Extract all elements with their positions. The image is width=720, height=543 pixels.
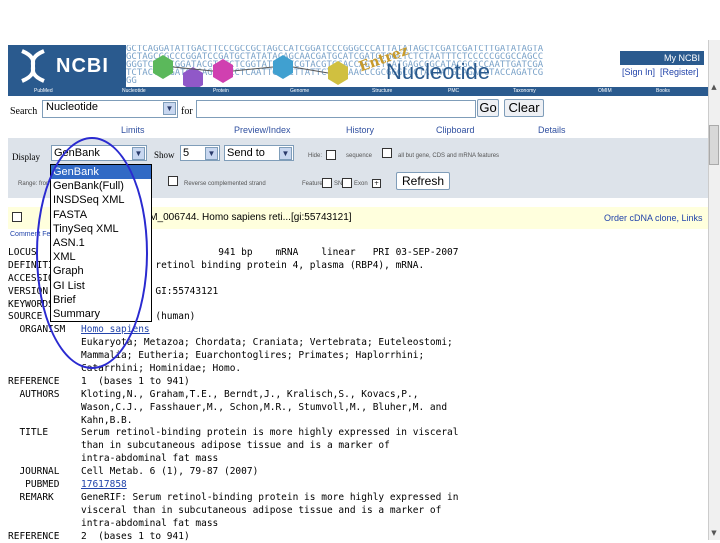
scrollbar-thumb[interactable] — [709, 125, 719, 165]
reverse-complement-label: Reverse complemented strand — [184, 181, 266, 187]
nav-books[interactable]: Books — [656, 87, 670, 96]
ncbi-logo[interactable]: NCBI — [8, 45, 126, 87]
record-line-value: intra-abdominal fat mass — [81, 517, 219, 529]
chevron-down-icon[interactable]: ▼ — [132, 147, 145, 160]
chevron-down-icon[interactable]: ▼ — [163, 102, 176, 115]
for-label: for — [181, 106, 193, 117]
hide-sequence-label: sequence — [346, 153, 373, 159]
record-line-value: Eukaryota; Metazoa; Chordata; Craniata; … — [81, 337, 453, 349]
record-line: REFERENCE 1 (bases 1 to 941) — [8, 376, 710, 389]
expand-icon[interactable]: + — [372, 179, 381, 188]
record-line: Wason,C.J., Fasshauer,M., Schon,M.R., St… — [8, 402, 710, 415]
record-line-key: REMARK — [8, 491, 54, 503]
record-line: than in subcutaneous adipose tissue and … — [8, 440, 710, 453]
record-line: TITLE Serum retinol-binding protein is mo… — [8, 427, 710, 440]
scroll-up-icon[interactable]: ▲ — [709, 82, 719, 92]
exon-checkbox[interactable] — [342, 178, 352, 188]
hide-label: Hide: — [308, 153, 323, 159]
nav-omim[interactable]: OMIM — [598, 87, 612, 96]
nav-pmc[interactable]: PMC — [448, 87, 459, 96]
record-line-value: Kahn,B.B. — [81, 414, 133, 426]
tab-preview-index[interactable]: Preview/Index — [234, 125, 291, 135]
nav-pubmed[interactable]: PubMed — [34, 87, 53, 96]
tab-details[interactable]: Details — [538, 125, 566, 135]
record-line: Catarrhini; Hominidae; Homo. — [8, 363, 710, 376]
register-link[interactable]: [Register] — [660, 67, 699, 77]
record-select-checkbox[interactable] — [12, 212, 22, 222]
search-label: Search — [10, 106, 38, 117]
nav-structure[interactable]: Structure — [372, 87, 392, 96]
refresh-button[interactable]: Refresh — [396, 172, 450, 190]
vertical-scrollbar[interactable] — [708, 40, 720, 540]
order-cdna-link[interactable]: Order cDNA clone, Links — [604, 213, 703, 223]
record-line: Kahn,B.B. — [8, 415, 710, 428]
record-line-key: REFERENCE — [8, 530, 60, 542]
nav-taxonomy[interactable]: Taxonomy — [513, 87, 536, 96]
chevron-down-icon[interactable]: ▼ — [205, 147, 218, 160]
record-line-value: GeneRIF: Serum retinol-binding protein i… — [81, 491, 459, 503]
record-line-value: Mammalia; Eutheria; Euarchontoglires; Pr… — [81, 350, 425, 362]
record-line-key: REFERENCE — [8, 375, 60, 387]
show-count-value: 5 — [183, 147, 190, 159]
go-button[interactable]: Go — [477, 99, 499, 117]
record-line-value: 1 (bases 1 to 941) — [81, 375, 190, 387]
exon-label: Exon — [354, 181, 368, 187]
tab-history[interactable]: History — [346, 125, 374, 135]
send-to-value: Send to — [227, 147, 265, 159]
record-line-value: intra-abdominal fat mass — [81, 453, 219, 465]
ncbi-banner: NCBI GCTCAGGATATTGACTTCCCGCCGCTAGCCATCGG… — [8, 45, 710, 87]
database-select[interactable]: Nucleotide ▼ — [42, 100, 178, 118]
hide-sequence-checkbox[interactable] — [326, 150, 336, 160]
database-select-value: Nucleotide — [46, 101, 98, 113]
record-line: REFERENCE 2 (bases 1 to 941) — [8, 531, 710, 543]
record-line: intra-abdominal fat mass — [8, 518, 710, 531]
send-to-select[interactable]: Send to ▼ — [224, 145, 294, 161]
ncbi-helix-icon — [21, 49, 45, 83]
reverse-complement-checkbox[interactable] — [168, 176, 178, 186]
record-line-key: AUTHORS — [8, 388, 60, 400]
nav-protein[interactable]: Protein — [213, 87, 229, 96]
record-line-value: visceral than in subcutaneous adipose ti… — [81, 504, 442, 516]
record-line: visceral than in subcutaneous adipose ti… — [8, 505, 710, 518]
record-line-value: than in subcutaneous adipose tissue and … — [81, 440, 390, 452]
record-line-value: Serum retinol-binding protein is more hi… — [81, 427, 459, 439]
database-title: Nucleotide — [386, 59, 490, 84]
record-line: intra-abdominal fat mass — [8, 453, 710, 466]
highlight-annotation-oval — [36, 137, 148, 369]
record-line: AUTHORS Kloting,N., Graham,T.E., Berndt,J… — [8, 389, 710, 402]
tab-limits[interactable]: Limits — [121, 125, 145, 135]
my-ncbi-link[interactable]: My NCBI — [620, 51, 704, 65]
record-line-value: Wason,C.J., Fasshauer,M., Schon,M.R., St… — [81, 401, 448, 413]
record-line: REMARK GeneRIF: Serum retinol-binding pro… — [8, 492, 710, 505]
snp-checkbox[interactable] — [322, 178, 332, 188]
ncbi-logo-text: NCBI — [56, 55, 109, 77]
tab-clipboard[interactable]: Clipboard — [436, 125, 475, 135]
search-input[interactable] — [196, 100, 476, 118]
record-title[interactable]: NM_006744. Homo sapiens reti...[gi:55743… — [142, 212, 352, 223]
nav-nucleotide[interactable]: Nucleotide — [122, 87, 146, 96]
hide-all-but-label: all but gene, CDS and mRNA features — [398, 153, 500, 159]
sign-in-link[interactable]: [Sign In] — [622, 67, 655, 77]
record-line: JOURNAL Cell Metab. 6 (1), 79-87 (2007) — [8, 466, 710, 479]
display-label: Display — [12, 152, 40, 162]
chevron-down-icon[interactable]: ▼ — [279, 147, 292, 160]
scroll-down-icon[interactable]: ▼ — [709, 528, 719, 538]
record-line-value: Cell Metab. 6 (1), 79-87 (2007) — [81, 466, 259, 478]
record-line-value: Kloting,N., Graham,T.E., Berndt,J., Kral… — [81, 388, 419, 400]
feature-tabs: Limits Preview/Index History Clipboard D… — [8, 122, 710, 138]
clear-button[interactable]: Clear — [504, 99, 544, 117]
show-label: Show — [154, 150, 175, 160]
molecule-graphic-icon — [153, 55, 348, 87]
hide-all-but-checkbox[interactable] — [382, 148, 392, 158]
nav-genome[interactable]: Genome — [290, 87, 309, 96]
record-line-key: TITLE — [8, 427, 49, 439]
database-navbar: PubMed Nucleotide Protein Genome Structu… — [8, 87, 710, 96]
record-line-key: PUBMED — [8, 479, 60, 491]
record-line: PUBMED 17617858 — [8, 479, 710, 492]
record-line-key: JOURNAL — [8, 466, 60, 478]
record-line-link[interactable]: 17617858 — [81, 479, 127, 490]
show-count-select[interactable]: 5 ▼ — [180, 145, 220, 161]
